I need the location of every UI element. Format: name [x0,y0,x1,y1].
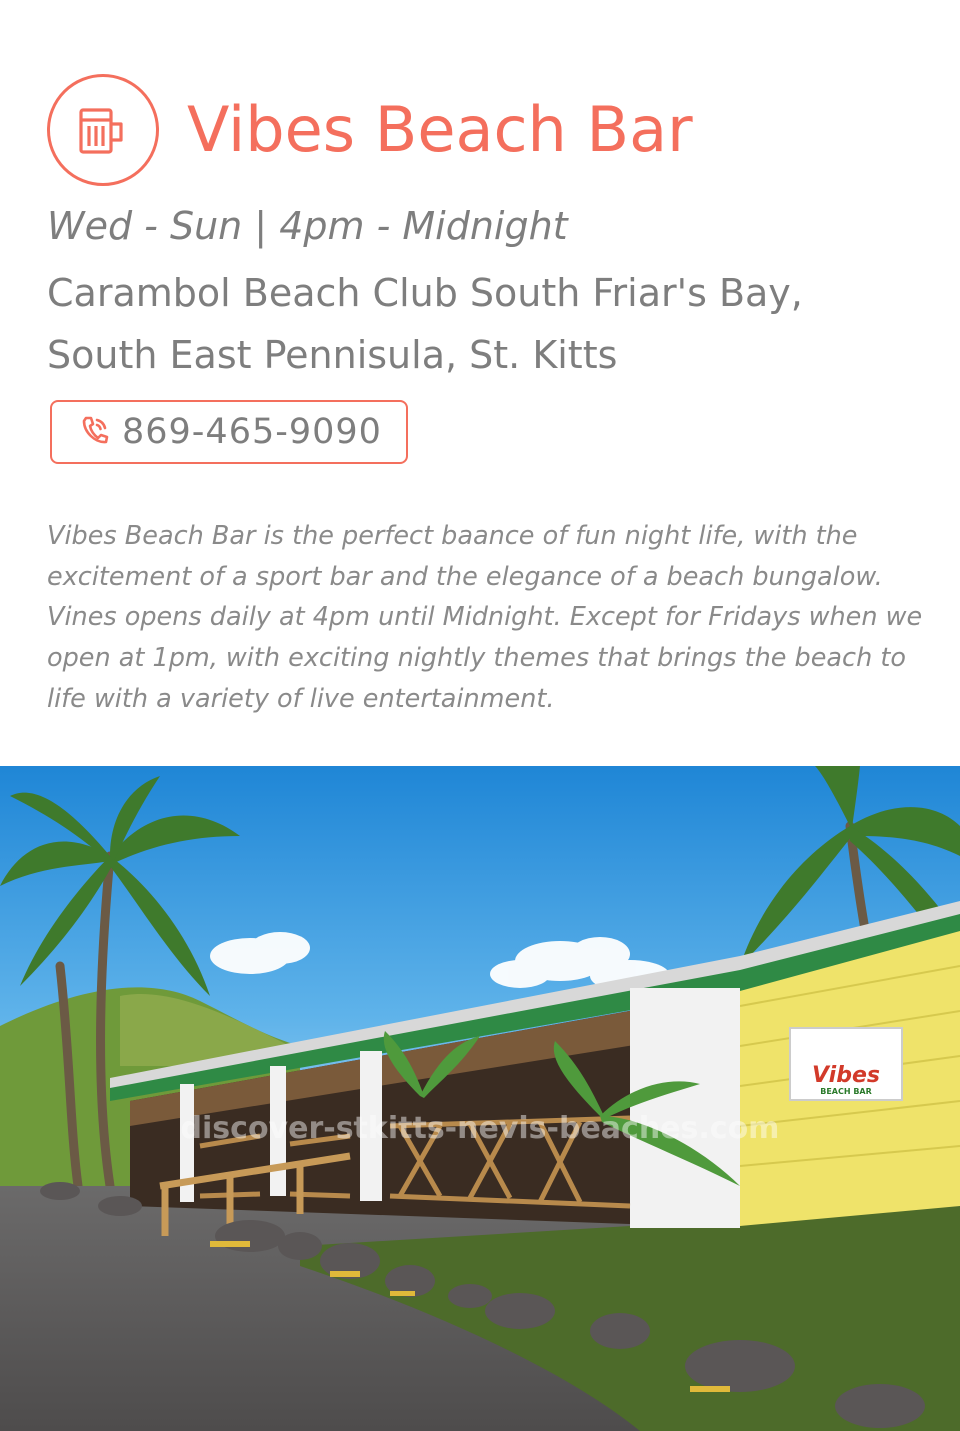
venue-photo: Vibes BEACH BAR discover-stkitts-nevis-b… [0,766,960,1431]
phone-icon [80,414,110,450]
address-line-1: Carambol Beach Club South Friar's Bay, [47,271,803,315]
beer-mug-icon [47,74,159,186]
photo-watermark: discover-stkitts-nevis-beaches.com [181,1111,780,1146]
description: Vibes Beach Bar is the perfect baance of… [47,521,923,714]
phone-number: 869-465-9090 [122,412,382,452]
opening-hours: Wed - Sun | 4pm - Midnight [47,204,568,248]
address: Carambol Beach Club South Friar's Bay, S… [47,262,927,386]
address-line-2: South East Pennisula, St. Kitts [47,333,618,377]
sign-subtext: BEACH BAR [820,1087,872,1096]
header: Vibes Beach Bar [47,74,693,186]
call-button[interactable]: 869-465-9090 [50,400,408,464]
page-title: Vibes Beach Bar [187,93,693,166]
sign-text: Vibes [812,1063,880,1088]
